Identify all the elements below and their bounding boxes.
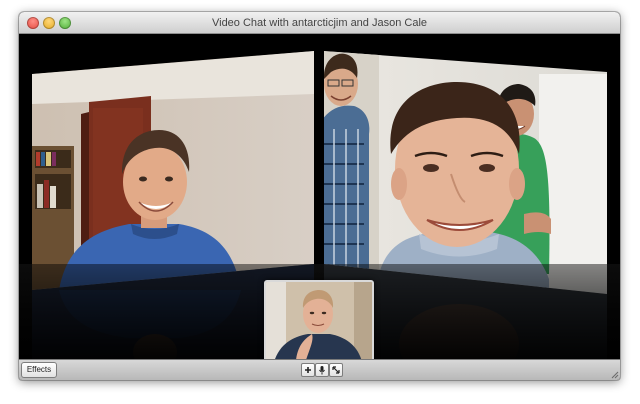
bottom-toolbar: Effects (19, 359, 620, 380)
resize-grip-icon[interactable] (609, 369, 619, 379)
title-bar[interactable]: Video Chat with antarcticjim and Jason C… (19, 12, 620, 34)
microphone-icon[interactable] (315, 363, 329, 377)
self-preview[interactable] (264, 280, 374, 359)
effects-button[interactable]: Effects (21, 362, 57, 378)
right-participant-video (324, 51, 607, 294)
video-stage (19, 34, 620, 359)
video-chat-window: Video Chat with antarcticjim and Jason C… (19, 12, 620, 380)
left-participant-video (32, 51, 314, 290)
plus-icon[interactable] (301, 363, 315, 377)
expand-arrows-icon[interactable] (329, 363, 343, 377)
window-title: Video Chat with antarcticjim and Jason C… (211, 17, 428, 29)
